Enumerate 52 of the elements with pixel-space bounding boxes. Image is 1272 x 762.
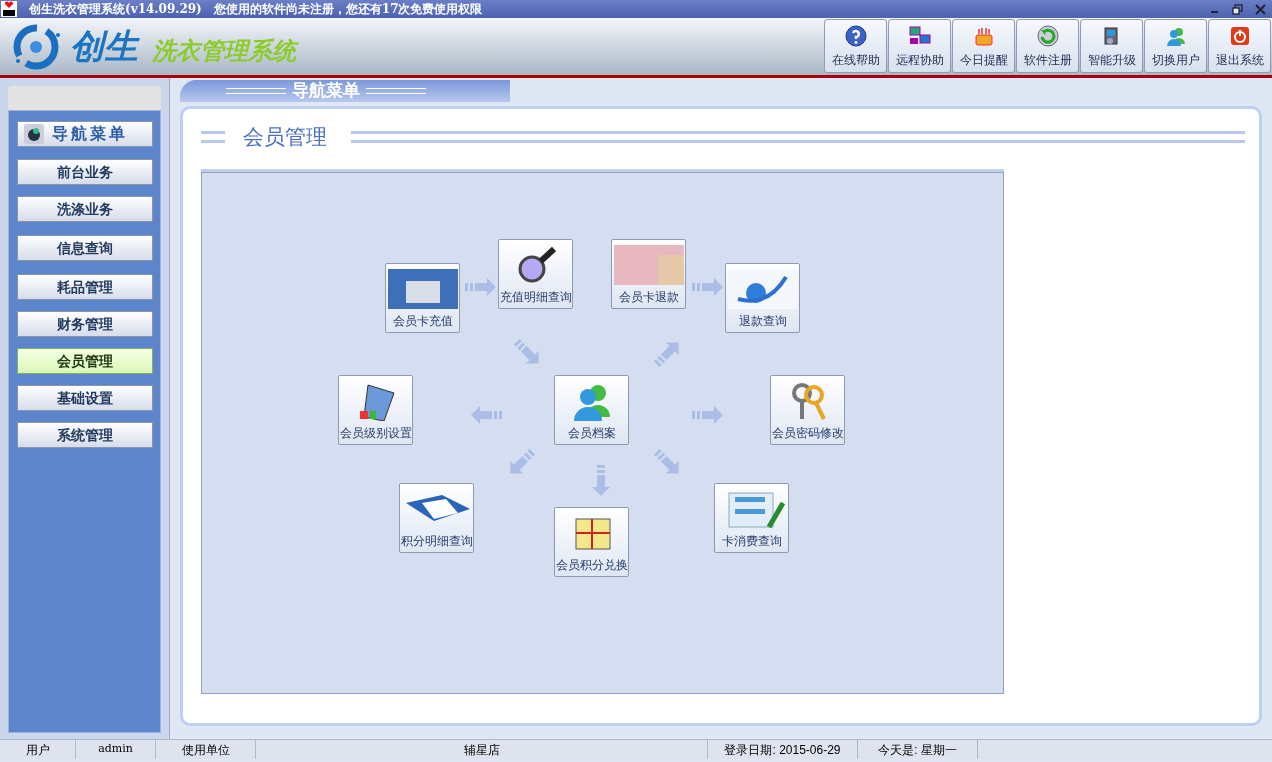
flow-arrow-icon xyxy=(692,277,724,297)
toolbar-button[interactable]: 智能升级 xyxy=(1080,19,1143,73)
status-cell: 辅星店 xyxy=(256,740,708,759)
nav-menu-header[interactable]: 导航菜单 xyxy=(16,121,153,147)
sidebar-item[interactable]: 系统管理 xyxy=(16,422,153,448)
status-cell: admin xyxy=(76,740,156,759)
status-cell: 登录日期: 2015-06-29 xyxy=(708,740,858,759)
sidebar-item[interactable]: 信息查询 xyxy=(16,235,153,261)
help-icon xyxy=(843,24,868,48)
flow-arrow-icon xyxy=(465,277,497,297)
menu-tile[interactable]: 会员积分兑换 xyxy=(554,507,629,577)
menu-tile[interactable]: 会员档案 xyxy=(554,375,629,445)
menu-tile[interactable]: 积分明细查询 xyxy=(399,483,474,553)
menu-tile[interactable]: 会员密码修改 xyxy=(770,375,845,445)
toolbar-button[interactable]: 远程协助 xyxy=(888,19,951,73)
status-cell: 使用单位 xyxy=(156,740,256,759)
status-cell: 今天是: 星期一 xyxy=(858,740,978,759)
flow-arrow-icon xyxy=(692,405,724,425)
nav-tab-title: 导航菜单 xyxy=(292,80,360,103)
toolbar-button[interactable]: 软件注册 xyxy=(1016,19,1079,73)
heart-logo-icon xyxy=(1,1,17,17)
menu-tile[interactable]: 卡消费查询 xyxy=(714,483,789,553)
flow-arrow-icon xyxy=(591,465,611,497)
sidebar-item[interactable]: 会员管理 xyxy=(16,348,153,374)
menu-tile[interactable]: 退款查询 xyxy=(725,263,800,333)
status-cell: 用户 xyxy=(0,740,76,759)
restore-icon[interactable] xyxy=(1232,3,1243,15)
sidebar-item[interactable]: 财务管理 xyxy=(16,311,153,337)
toolbar-button[interactable]: 退出系统 xyxy=(1208,19,1271,73)
decorative-lines xyxy=(366,88,426,94)
banknotes-photo-placeholder xyxy=(613,245,684,285)
page-title: 会员管理 xyxy=(243,124,327,151)
menu-tile[interactable]: 会员卡充值 xyxy=(385,263,460,333)
decorative-lines xyxy=(201,131,225,143)
badge-logo-icon xyxy=(23,124,44,144)
sidebar-item[interactable]: 耗品管理 xyxy=(16,274,153,300)
cash-photo-placeholder xyxy=(387,269,458,309)
sidebar-item[interactable]: 洗涤业务 xyxy=(16,196,153,222)
menu-tile[interactable]: 充值明细查询 xyxy=(498,239,573,309)
menu-tile[interactable]: 会员卡退款 xyxy=(611,239,686,309)
sidebar-item[interactable]: 基础设置 xyxy=(16,385,153,411)
window-title: 创生洗衣管理系统(v14.09.29) 您使用的软件尚未注册，您还有17次免费使用权限 xyxy=(29,1,483,18)
menu-tile[interactable]: 会员级别设置 xyxy=(338,375,413,445)
refresh-icon xyxy=(1035,24,1060,48)
close-icon[interactable] xyxy=(1255,3,1266,15)
sidebar-item[interactable]: 前台业务 xyxy=(16,159,153,185)
decorative-lines xyxy=(226,88,286,94)
toolbar-button[interactable]: 今日提醒 xyxy=(952,19,1015,73)
toolbar-button[interactable]: 切换用户 xyxy=(1144,19,1207,73)
toolbar-button[interactable]: 在线帮助 xyxy=(824,19,887,73)
flow-arrow-icon xyxy=(470,405,502,425)
logo-brand-text: 创生 xyxy=(70,25,138,68)
